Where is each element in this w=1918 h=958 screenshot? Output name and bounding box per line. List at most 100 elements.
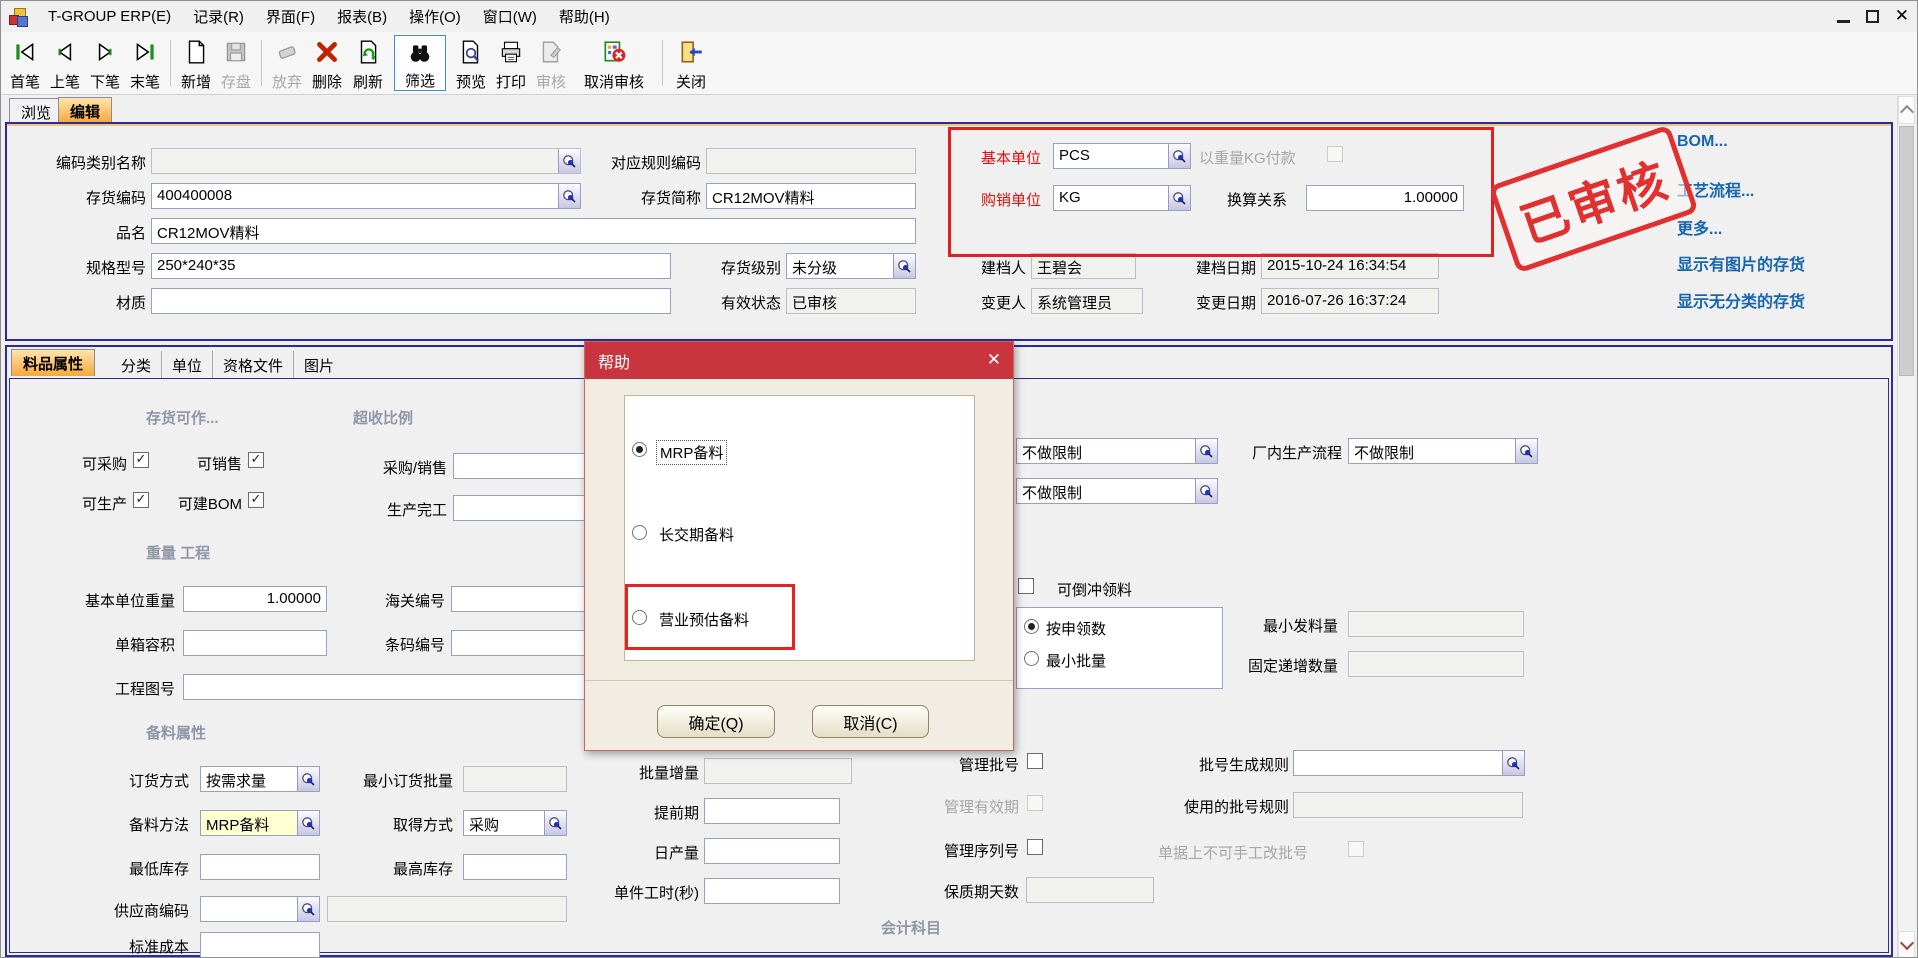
- lookup-icon[interactable]: [558, 183, 581, 209]
- close-form-button[interactable]: 关闭: [668, 35, 714, 91]
- can-produce-checkbox[interactable]: [133, 492, 149, 508]
- lookup-icon[interactable]: [1195, 478, 1218, 504]
- cancel-audit-button[interactable]: 取消审核: [571, 35, 657, 91]
- level-field[interactable]: 未分级: [786, 253, 916, 279]
- lookup-icon[interactable]: [1502, 750, 1525, 776]
- menu-tgroup-erp[interactable]: T-GROUP ERP(E): [37, 4, 182, 29]
- item-name-field[interactable]: CR12MOV精料: [151, 218, 916, 244]
- window-close-button[interactable]: ✕: [1895, 6, 1909, 26]
- prev-record-button[interactable]: 上笔: [45, 35, 85, 91]
- first-record-button[interactable]: 首笔: [5, 35, 45, 91]
- manage-validity-checkbox[interactable]: [1027, 795, 1043, 811]
- dialog-title-bar[interactable]: 帮助: [585, 342, 1013, 379]
- material-field[interactable]: [151, 288, 671, 314]
- last-record-button[interactable]: 末笔: [125, 35, 165, 91]
- unit-hours-field[interactable]: [704, 878, 840, 904]
- show-unclassified-link[interactable]: 显示无分类的存货: [1677, 288, 1805, 312]
- menu-operation[interactable]: 操作(O): [398, 2, 472, 31]
- mrp-prep-radio[interactable]: [632, 442, 647, 457]
- print-button[interactable]: 打印: [491, 35, 531, 91]
- new-button[interactable]: 新增: [176, 35, 216, 91]
- restriction-field-2[interactable]: 不做限制: [1016, 478, 1218, 504]
- manage-serial-checkbox[interactable]: [1027, 839, 1043, 855]
- batch-rule-field[interactable]: [1293, 750, 1525, 776]
- ok-button[interactable]: 确定(Q): [657, 705, 775, 738]
- item-short-field[interactable]: CR12MOV精料: [706, 183, 916, 209]
- show-with-image-link[interactable]: 显示有图片的存货: [1677, 251, 1805, 275]
- subtab-classification[interactable]: 分类: [111, 351, 162, 380]
- minimize-button[interactable]: [1837, 20, 1850, 23]
- long-lead-prep-label[interactable]: 长交期备料: [659, 524, 734, 545]
- vertical-scrollbar[interactable]: [1897, 96, 1915, 958]
- lookup-icon[interactable]: [893, 253, 916, 279]
- scroll-down-button[interactable]: [1898, 931, 1915, 958]
- lookup-icon[interactable]: [297, 896, 320, 922]
- menu-interface[interactable]: 界面(F): [255, 2, 326, 31]
- spec-field[interactable]: 250*240*35: [151, 253, 671, 279]
- lookup-icon[interactable]: [1168, 185, 1191, 211]
- lead-time-field[interactable]: [704, 798, 840, 824]
- std-cost-field[interactable]: [200, 932, 320, 958]
- lookup-icon[interactable]: [1515, 438, 1538, 464]
- sales-forecast-prep-label[interactable]: 营业预估备料: [659, 609, 749, 630]
- order-mode-field[interactable]: 按需求量: [200, 766, 320, 792]
- mrp-prep-label[interactable]: MRP备料: [656, 440, 727, 465]
- factory-flow-field[interactable]: 不做限制: [1348, 438, 1538, 464]
- filter-button[interactable]: 筛选: [394, 35, 446, 91]
- can-sell-checkbox[interactable]: [248, 452, 264, 468]
- trade-unit-field[interactable]: KG: [1053, 185, 1191, 211]
- audit-button[interactable]: 审核: [531, 35, 571, 91]
- pay-by-weight-checkbox[interactable]: [1327, 146, 1343, 162]
- supplier-code-field[interactable]: [200, 896, 320, 922]
- subtab-image[interactable]: 图片: [294, 351, 344, 380]
- can-purchase-checkbox[interactable]: [133, 452, 149, 468]
- unit-weight-field[interactable]: 1.00000: [183, 586, 327, 612]
- rule-code-field[interactable]: [706, 148, 916, 174]
- subtab-qualification[interactable]: 资格文件: [213, 351, 294, 380]
- bom-link[interactable]: BOM...: [1677, 133, 1728, 151]
- scrollbar-thumb[interactable]: [1899, 126, 1914, 376]
- min-stock-field[interactable]: [200, 854, 320, 880]
- restore-button[interactable]: [1866, 10, 1879, 23]
- menu-help[interactable]: 帮助(H): [548, 2, 621, 31]
- base-unit-field[interactable]: PCS: [1053, 143, 1191, 169]
- max-stock-field[interactable]: [463, 854, 567, 880]
- next-record-button[interactable]: 下笔: [85, 35, 125, 91]
- conversion-field[interactable]: 1.00000: [1306, 185, 1464, 211]
- menu-window[interactable]: 窗口(W): [472, 2, 548, 31]
- more-link[interactable]: 更多...: [1677, 215, 1722, 239]
- lookup-icon[interactable]: [1195, 438, 1218, 464]
- menu-record[interactable]: 记录(R): [182, 2, 255, 31]
- menu-report[interactable]: 报表(B): [326, 2, 398, 31]
- delete-button[interactable]: 删除: [307, 35, 347, 91]
- backflush-checkbox[interactable]: [1018, 578, 1034, 594]
- box-volume-field[interactable]: [183, 630, 327, 656]
- sales-forecast-prep-radio[interactable]: [632, 610, 647, 625]
- issue-by-min-radio[interactable]: [1024, 651, 1039, 666]
- subtab-item-attributes[interactable]: 料品属性: [11, 349, 95, 376]
- cancel-button[interactable]: 取消(C): [812, 705, 929, 738]
- long-lead-prep-radio[interactable]: [632, 525, 647, 540]
- lookup-icon[interactable]: [558, 148, 581, 174]
- subtab-unit[interactable]: 单位: [162, 351, 213, 380]
- tab-edit[interactable]: 编辑: [58, 97, 112, 123]
- restriction-field-1[interactable]: 不做限制: [1016, 438, 1218, 464]
- code-category-field[interactable]: [151, 148, 581, 174]
- dialog-close-icon[interactable]: ✕: [987, 350, 1001, 370]
- manage-batch-checkbox[interactable]: [1027, 753, 1043, 769]
- preview-button[interactable]: 预览: [451, 35, 491, 91]
- refresh-button[interactable]: 刷新: [347, 35, 389, 91]
- tab-browse[interactable]: 浏览: [9, 98, 63, 123]
- acquire-mode-field[interactable]: 采购: [463, 810, 567, 836]
- lookup-icon[interactable]: [1168, 143, 1191, 169]
- no-manual-batch-checkbox[interactable]: [1348, 841, 1364, 857]
- shelf-days-field[interactable]: [1026, 877, 1154, 903]
- save-button[interactable]: 存盘: [216, 35, 256, 91]
- prep-method-field[interactable]: MRP备料: [200, 810, 320, 836]
- abandon-button[interactable]: 放弃: [267, 35, 307, 91]
- issue-by-request-radio[interactable]: [1024, 619, 1039, 634]
- scroll-up-button[interactable]: [1898, 96, 1915, 124]
- can-build-bom-checkbox[interactable]: [248, 492, 264, 508]
- daily-output-field[interactable]: [704, 838, 840, 864]
- item-code-field[interactable]: 400400008: [151, 183, 581, 209]
